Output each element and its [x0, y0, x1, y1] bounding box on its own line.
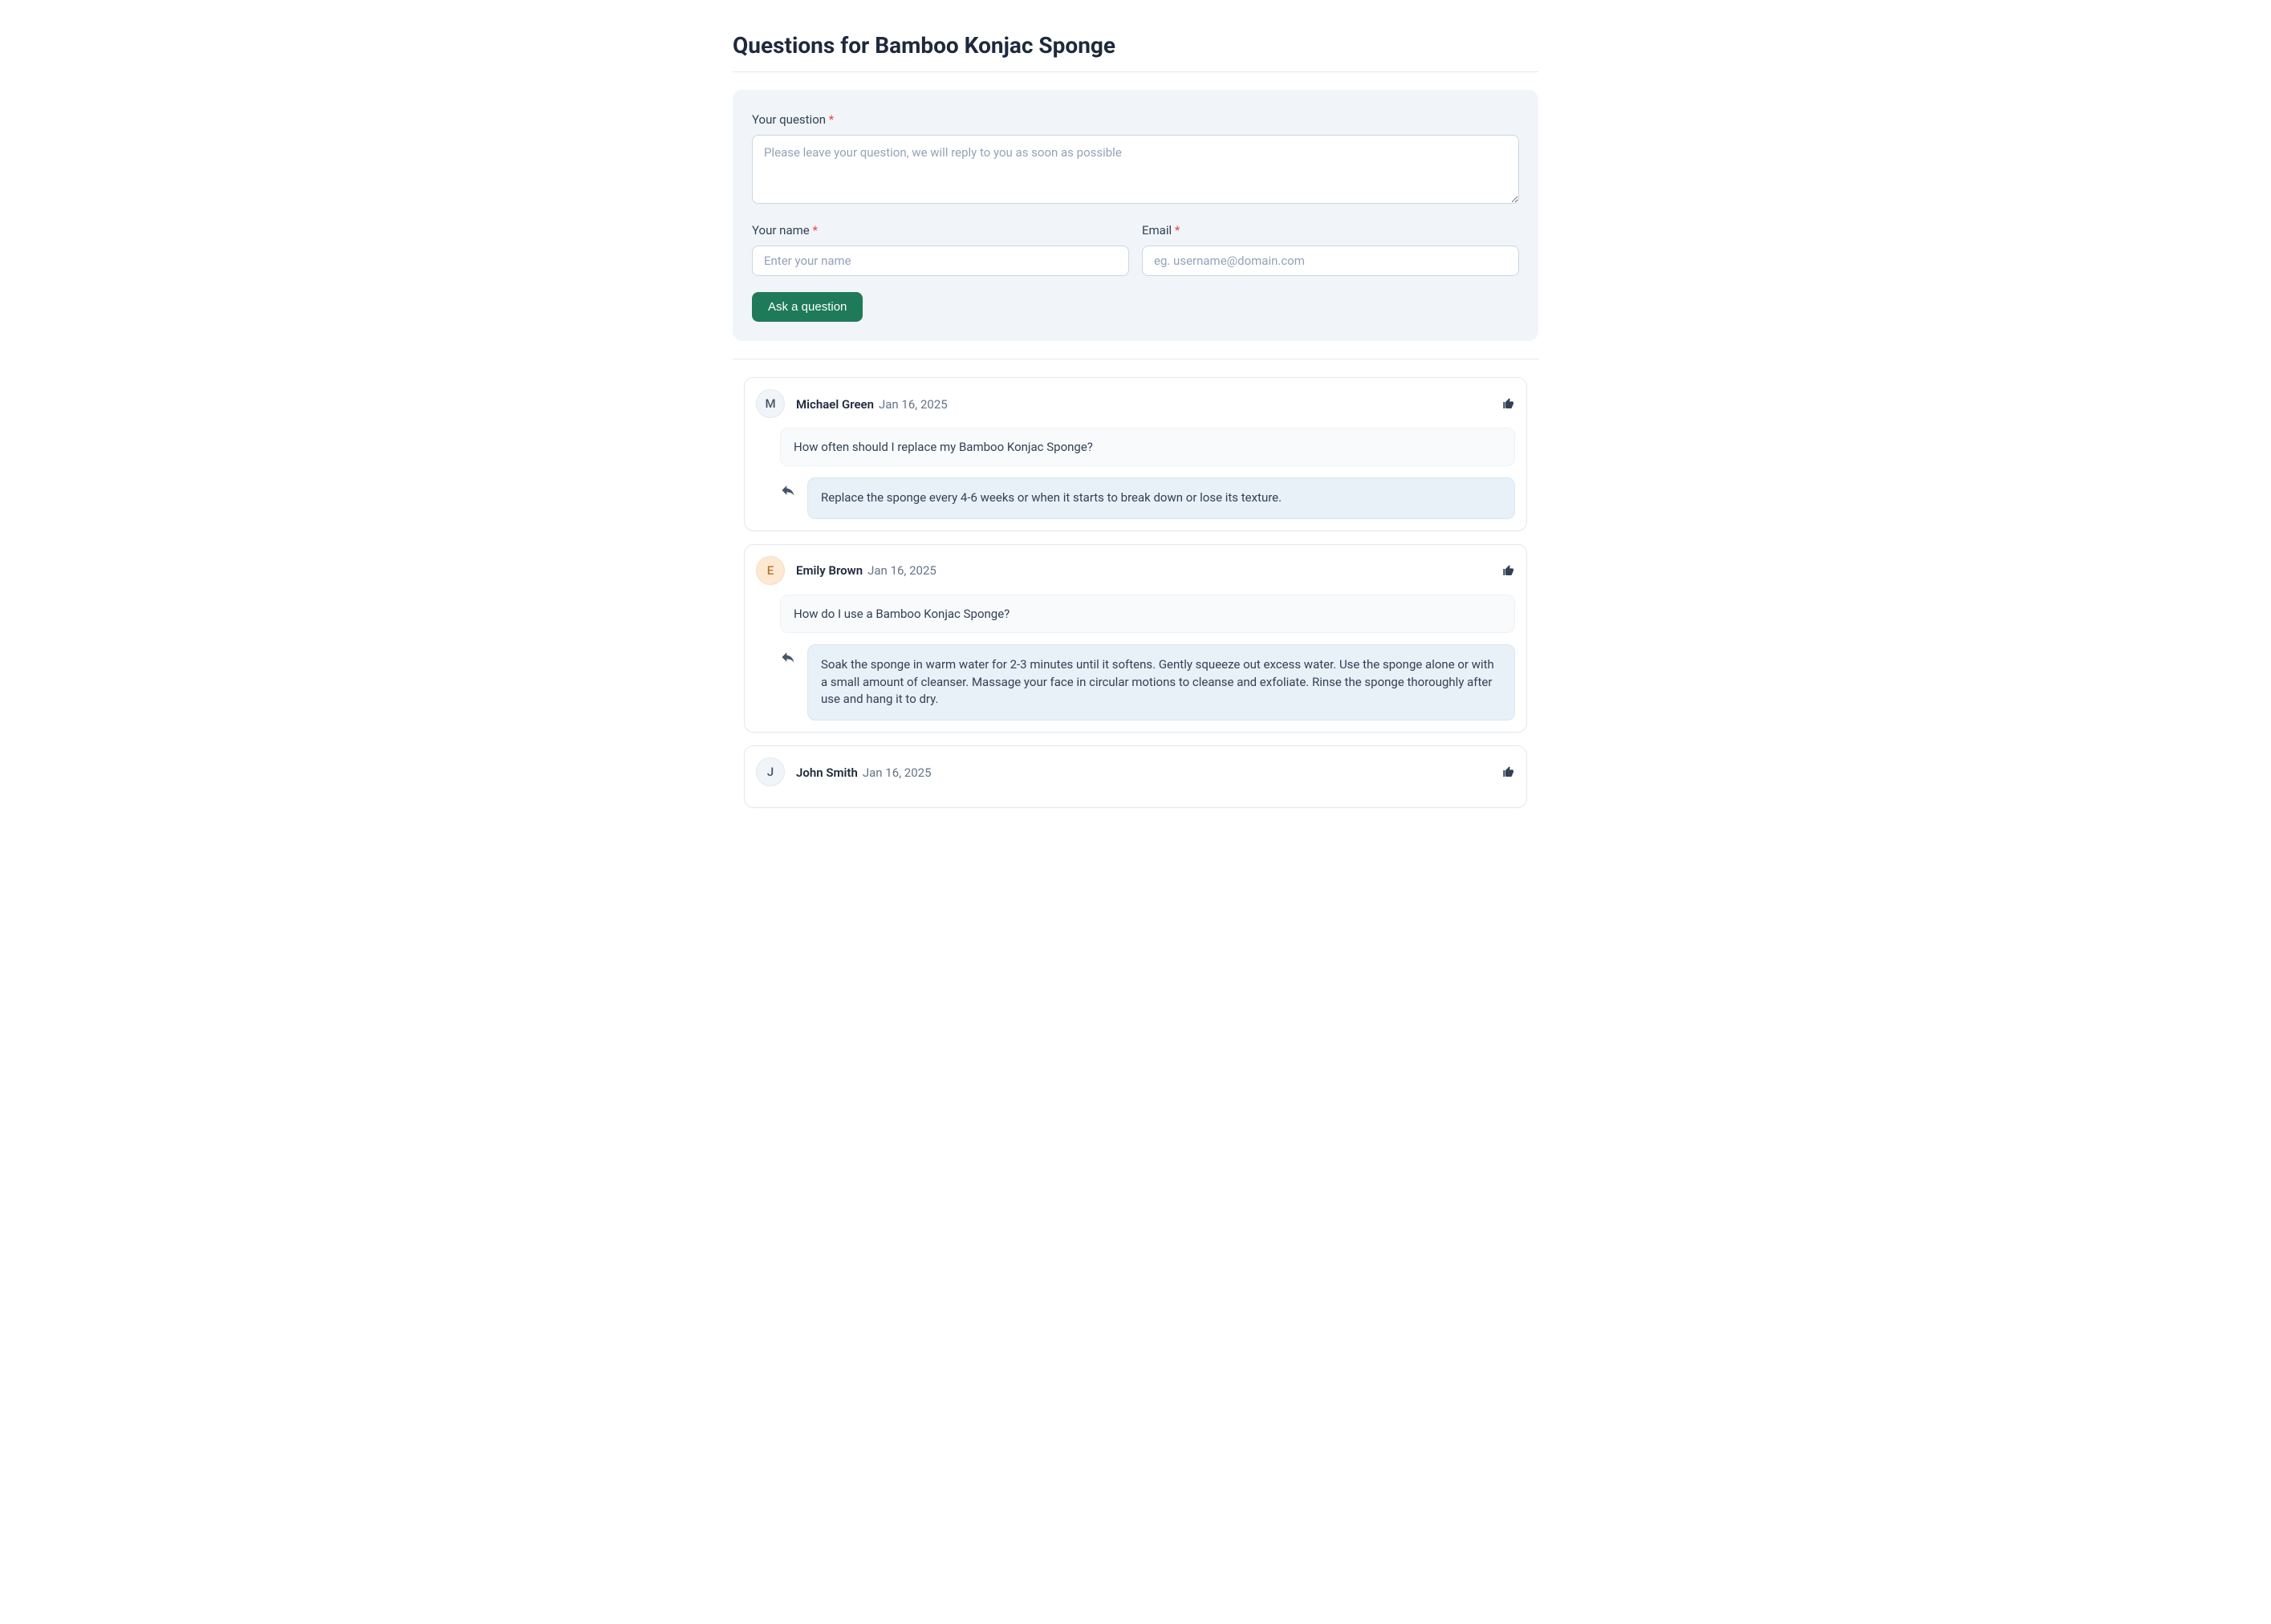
avatar: M — [756, 389, 785, 418]
thumb-up-icon[interactable] — [1502, 397, 1515, 410]
answer-row: Soak the sponge in warm water for 2-3 mi… — [780, 644, 1515, 721]
name-label-text: Your name — [752, 223, 810, 238]
required-marker: * — [829, 112, 834, 127]
author-date: John Smith Jan 16, 2025 — [796, 765, 932, 780]
qa-header: E Emily Brown Jan 16, 2025 — [756, 556, 1515, 585]
answer-text: Replace the sponge every 4-6 weeks or wh… — [807, 477, 1515, 519]
thumb-up-icon[interactable] — [1502, 564, 1515, 577]
name-input[interactable] — [752, 246, 1129, 276]
question-date: Jan 16, 2025 — [879, 397, 948, 412]
avatar: E — [756, 556, 785, 585]
page-title: Questions for Bamboo Konjac Sponge — [733, 32, 1538, 59]
question-textarea[interactable] — [752, 135, 1519, 204]
name-field-label: Your name * — [752, 223, 1129, 238]
email-field-label: Email * — [1142, 223, 1519, 238]
email-label-text: Email — [1142, 223, 1172, 238]
reply-arrow-icon — [780, 482, 796, 501]
thumb-up-icon[interactable] — [1502, 765, 1515, 778]
question-field-label: Your question * — [752, 112, 1519, 127]
ask-question-button[interactable]: Ask a question — [752, 292, 863, 322]
required-marker: * — [1175, 223, 1180, 238]
required-marker: * — [812, 223, 817, 238]
qa-card: E Emily Brown Jan 16, 2025 How do I use a B… — [744, 544, 1527, 733]
avatar: J — [756, 757, 785, 786]
question-date: Jan 16, 2025 — [863, 765, 932, 780]
question-label-text: Your question — [752, 112, 826, 127]
author-date: Emily Brown Jan 16, 2025 — [796, 562, 936, 578]
qa-card: J John Smith Jan 16, 2025 — [744, 745, 1527, 808]
author-date: Michael Green Jan 16, 2025 — [796, 396, 948, 412]
author-name: Emily Brown — [796, 563, 863, 578]
answer-row: Replace the sponge every 4-6 weeks or wh… — [780, 477, 1515, 519]
question-date: Jan 16, 2025 — [867, 563, 936, 578]
qa-list: M Michael Green Jan 16, 2025 How often shou… — [733, 377, 1538, 808]
qa-header: M Michael Green Jan 16, 2025 — [756, 389, 1515, 418]
question-form-card: Your question * Your name * Email * Ask … — [733, 90, 1538, 341]
email-input[interactable] — [1142, 246, 1519, 276]
answer-text: Soak the sponge in warm water for 2-3 mi… — [807, 644, 1515, 721]
qa-card: M Michael Green Jan 16, 2025 How often shou… — [744, 377, 1527, 531]
question-text: How often should I replace my Bamboo Kon… — [780, 428, 1515, 466]
reply-arrow-icon — [780, 649, 796, 668]
question-text: How do I use a Bamboo Konjac Sponge? — [780, 595, 1515, 633]
author-name: Michael Green — [796, 397, 874, 412]
author-name: John Smith — [796, 765, 858, 780]
qa-header: J John Smith Jan 16, 2025 — [756, 757, 1515, 786]
title-divider — [733, 71, 1538, 72]
